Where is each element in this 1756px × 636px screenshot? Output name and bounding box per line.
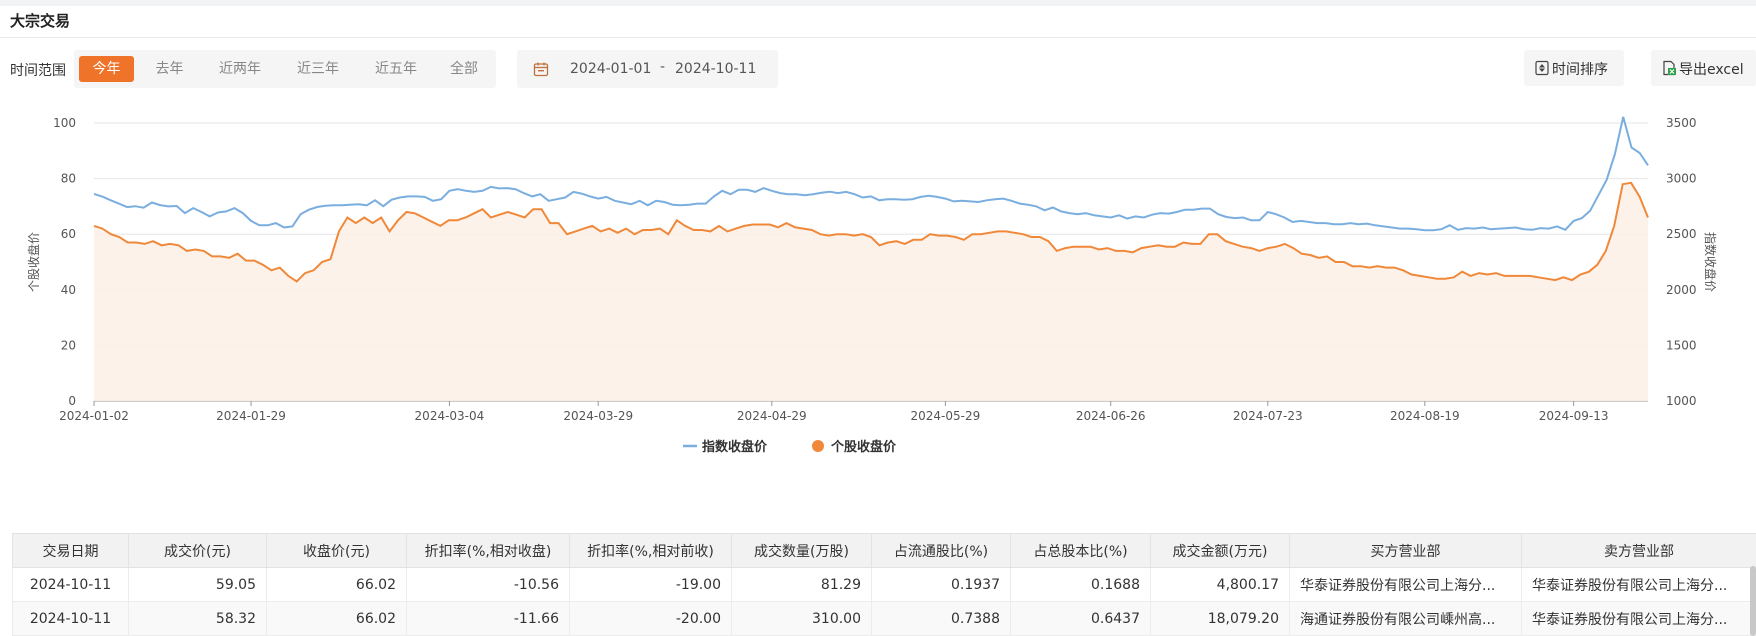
cell-trade-price: 59.05 [128,567,267,602]
x-tick-label: 2024-06-26 [1076,409,1146,423]
col-discount-close[interactable]: 折扣率(%,相对收盘) [406,533,570,568]
cell-trade-date: 2024-10-11 [12,567,129,602]
cell-volume: 81.29 [731,567,872,602]
col-amount[interactable]: 成交金额(万元) [1150,533,1290,568]
col-float-ratio[interactable]: 占流通股比(%) [871,533,1011,568]
col-close-price[interactable]: 收盘价(元) [266,533,407,568]
cell-discount-close: -10.56 [406,567,570,602]
y-left-tick-label: 0 [68,394,76,408]
col-discount-prev[interactable]: 折扣率(%,相对前收) [569,533,732,568]
col-trade-price[interactable]: 成交价(元) [128,533,267,568]
cell-trade-price: 58.32 [128,601,267,636]
x-tick-label: 2024-01-02 [59,409,129,423]
range-five-years-button[interactable]: 近五年 [361,56,431,82]
cell-total-ratio: 0.1688 [1010,567,1151,602]
cell-volume: 310.00 [731,601,872,636]
col-total-ratio[interactable]: 占总股本比(%) [1010,533,1151,568]
y-left-tick-label: 80 [61,172,76,186]
calendar-icon [533,62,549,77]
y-right-tick-label: 3000 [1666,172,1697,186]
col-buyer[interactable]: 买方营业部 [1289,533,1522,568]
y-right-tick-label: 2000 [1666,283,1697,297]
x-tick-label: 2024-05-29 [911,409,981,423]
x-tick-label: 2024-04-29 [737,409,807,423]
x-tick-label: 2024-01-29 [216,409,286,423]
cell-float-ratio: 0.1937 [871,567,1011,602]
col-volume[interactable]: 成交数量(万股) [731,533,872,568]
y-left-tick-label: 40 [61,283,76,297]
page-title: 大宗交易 [10,12,71,30]
x-tick-label: 2024-03-29 [563,409,633,423]
cell-total-ratio: 0.6437 [1010,601,1151,636]
sort-by-time-button[interactable]: 时间排序 [1524,50,1624,86]
table-header-row: 交易日期 成交价(元) 收盘价(元) 折扣率(%,相对收盘) 折扣率(%,相对前… [12,533,1756,568]
range-this-year-button[interactable]: 今年 [79,56,134,82]
range-all-button[interactable]: 全部 [439,56,489,82]
title-divider [0,37,1756,38]
table-row[interactable]: 2024-10-11 58.32 66.02 -11.66 -20.00 310… [12,601,1756,636]
top-strip [0,0,1756,6]
table-row[interactable]: 2024-10-11 59.05 66.02 -10.56 -19.00 81.… [12,567,1756,602]
legend-stock-marker [812,440,824,452]
y-right-axis-label: 指数收盘价 [1703,232,1718,292]
cell-float-ratio: 0.7388 [871,601,1011,636]
range-three-years-button[interactable]: 近三年 [283,56,353,82]
y-left-tick-label: 20 [61,338,76,352]
cell-discount-prev: -19.00 [569,567,732,602]
cell-discount-close: -11.66 [406,601,570,636]
range-two-years-button[interactable]: 近两年 [205,56,275,82]
date-from[interactable]: 2024-01-01 [570,61,651,77]
col-trade-date[interactable]: 交易日期 [12,533,129,568]
range-selector: 今年 去年 近两年 近三年 近五年 全部 [74,50,496,88]
sort-icon [1535,60,1549,76]
y-right-tick-label: 3500 [1666,116,1697,130]
y-right-tick-label: 2500 [1666,227,1697,241]
legend-stock-label[interactable]: 个股收盘价 [830,439,897,455]
range-label: 时间范围 [10,63,66,79]
y-left-axis-label: 个股收盘价 [26,232,41,292]
cell-seller: 华泰证券股份有限公司上海分... [1521,601,1756,636]
cell-buyer: 华泰证券股份有限公司上海分... [1289,567,1522,602]
excel-export-icon [1663,60,1676,76]
legend-index-label[interactable]: 指数收盘价 [702,439,768,455]
block-trade-table: 交易日期 成交价(元) 收盘价(元) 折扣率(%,相对收盘) 折扣率(%,相对前… [12,533,1756,636]
cell-seller: 华泰证券股份有限公司上海分... [1521,567,1756,602]
sort-label: 时间排序 [1552,62,1608,78]
date-separator: - [660,59,666,75]
x-tick-label: 2024-03-04 [415,409,485,423]
cell-trade-date: 2024-10-11 [12,601,129,636]
cell-close-price: 66.02 [266,601,407,636]
col-seller[interactable]: 卖方营业部 [1521,533,1756,568]
cell-amount: 18,079.20 [1150,601,1290,636]
y-left-tick-label: 100 [53,116,76,130]
cell-close-price: 66.02 [266,567,407,602]
cell-amount: 4,800.17 [1150,567,1290,602]
price-chart: 0 20 40 60 80 100 1000 1500 2000 2500 3000 3500 个股收盘… [26,116,1718,455]
cell-discount-prev: -20.00 [569,601,732,636]
table-scrollbar[interactable] [1750,566,1756,636]
cell-buyer: 海通证券股份有限公司嵊州高... [1289,601,1522,636]
index-close-line [93,116,1649,232]
export-excel-button[interactable]: 导出excel [1651,50,1756,86]
range-last-year-button[interactable]: 去年 [142,56,197,82]
y-right-tick-label: 1000 [1666,394,1697,408]
stock-area-fill [94,182,1648,401]
x-tick-label: 2024-07-23 [1233,409,1303,423]
y-left-tick-label: 60 [61,227,76,241]
date-range-picker[interactable]: 2024-01-01 - 2024-10-11 [517,50,778,88]
x-tick-label: 2024-09-13 [1539,409,1609,423]
x-tick-label: 2024-08-19 [1390,409,1460,423]
y-right-tick-label: 1500 [1666,338,1697,352]
export-label: 导出excel [1679,62,1744,78]
date-to[interactable]: 2024-10-11 [675,61,756,77]
